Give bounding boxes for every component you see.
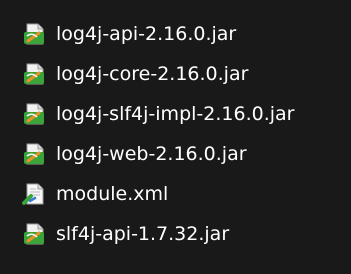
jar-file-icon (22, 61, 48, 87)
file-list-panel: log4j-api-2.16.0.jar log4j-core-2.16.0.j… (0, 0, 351, 274)
file-item-slf4j-api[interactable]: slf4j-api-1.7.32.jar (22, 214, 342, 254)
file-list: log4j-api-2.16.0.jar log4j-core-2.16.0.j… (22, 14, 342, 254)
file-name: slf4j-api-1.7.32.jar (56, 222, 230, 245)
file-item-log4j-api[interactable]: log4j-api-2.16.0.jar (22, 14, 342, 54)
file-item-log4j-core[interactable]: log4j-core-2.16.0.jar (22, 54, 342, 94)
jar-file-icon (22, 141, 48, 167)
jar-file-icon (22, 101, 48, 127)
file-name: log4j-core-2.16.0.jar (56, 62, 249, 85)
file-name: log4j-web-2.16.0.jar (56, 142, 247, 165)
file-item-log4j-web[interactable]: log4j-web-2.16.0.jar (22, 134, 342, 174)
file-name: log4j-api-2.16.0.jar (56, 22, 237, 45)
jar-file-icon (22, 221, 48, 247)
file-item-module-xml[interactable]: module.xml (22, 174, 342, 214)
xml-file-icon (22, 181, 48, 207)
file-item-log4j-slf4j-impl[interactable]: log4j-slf4j-impl-2.16.0.jar (22, 94, 342, 134)
file-name: log4j-slf4j-impl-2.16.0.jar (56, 102, 295, 125)
jar-file-icon (22, 21, 48, 47)
file-name: module.xml (56, 182, 169, 205)
